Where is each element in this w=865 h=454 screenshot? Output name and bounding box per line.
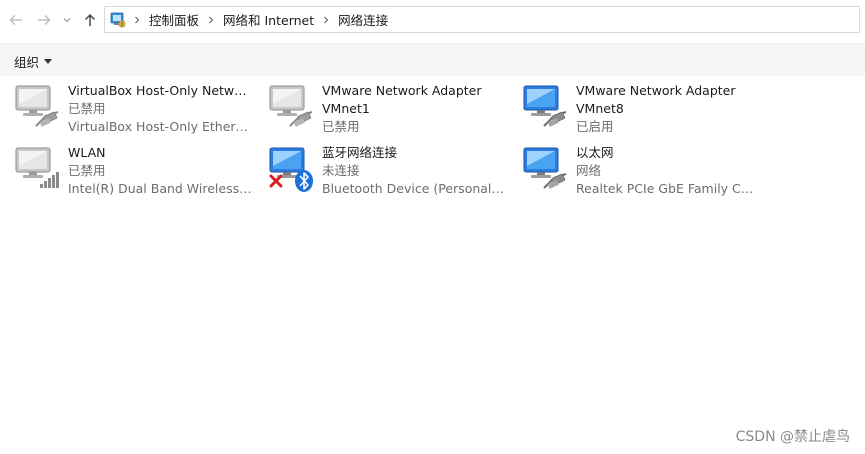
connection-item-vmnet1[interactable]: VMware Network Adapter VMnet1 已禁用 [254,76,504,134]
recent-locations-button[interactable] [60,10,74,30]
network-adapter-enabled-icon [523,147,567,189]
connection-name: VirtualBox Host-Only Network [68,83,252,98]
navigation-bar: 控制面板 网络和 Internet 网络连接 [0,0,865,40]
up-button[interactable] [80,10,100,30]
connection-name: VMware Network Adapter [322,83,482,98]
connection-item-bluetooth[interactable]: 蓝牙网络连接 未连接 Bluetooth Device (Personal Ar… [254,138,506,196]
breadcrumb-separator-icon[interactable] [204,16,218,24]
chevron-down-icon [63,18,71,23]
network-adapter-disabled-icon [15,85,59,127]
command-bar: 组织 [0,43,865,76]
wireless-adapter-disabled-icon [15,147,59,188]
bluetooth-adapter-disconnected-icon [269,147,313,192]
forward-button[interactable] [34,10,54,30]
control-panel-icon [110,12,126,28]
connection-text: 以太网 网络 Realtek PCIe GbE Family Contr... [576,144,760,198]
connection-name-suffix: VMnet1 [322,101,370,116]
connection-device: Realtek PCIe GbE Family Contr... [576,181,760,196]
connection-text: VMware Network Adapter VMnet1 已禁用 [322,82,506,136]
organize-menu-button[interactable]: 组织 [14,52,53,71]
connection-name: VMware Network Adapter [576,83,736,98]
watermark: CSDN @禁止虐鸟 [735,429,850,445]
connection-item-virtualbox[interactable]: VirtualBox Host-Only Network 已禁用 Virtual… [0,76,252,134]
connection-name: 以太网 [576,145,614,160]
organize-label: 组织 [14,55,40,70]
connection-device: Intel(R) Dual Band Wireless-A... [68,181,252,196]
connection-text: 蓝牙网络连接 未连接 Bluetooth Device (Personal Ar… [322,144,506,198]
connection-status: 未连接 [322,163,360,178]
connection-status: 已禁用 [68,101,106,116]
network-adapter-disabled-icon [269,85,313,127]
arrow-up-icon [84,13,96,26]
connection-status: 网络 [576,163,602,178]
connection-name: WLAN [68,145,106,160]
connection-item-ethernet[interactable]: 以太网 网络 Realtek PCIe GbE Family Contr... [508,138,760,196]
connection-item-vmnet8[interactable]: VMware Network Adapter VMnet8 已启用 [508,76,758,134]
connection-text: WLAN 已禁用 Intel(R) Dual Band Wireless-A..… [68,144,252,198]
breadcrumb-network-connections[interactable]: 网络连接 [336,10,390,29]
breadcrumb-separator-icon[interactable] [319,16,333,24]
connection-status: 已禁用 [322,119,360,134]
connection-status: 已禁用 [68,163,106,178]
caret-down-icon [44,59,53,64]
back-button[interactable] [6,10,26,30]
address-bar[interactable]: 控制面板 网络和 Internet 网络连接 [104,6,860,33]
connection-status: 已启用 [576,119,614,134]
connection-name: 蓝牙网络连接 [322,145,398,160]
network-connections-window: 控制面板 网络和 Internet 网络连接 组织 VirtualBox Hos… [0,0,865,454]
connections-view: VirtualBox Host-Only Network 已禁用 Virtual… [0,76,865,454]
arrow-right-icon [38,15,51,25]
connection-text: VMware Network Adapter VMnet8 已启用 [576,82,760,136]
connection-device: Bluetooth Device (Personal Ar... [322,181,506,196]
connection-item-wlan[interactable]: WLAN 已禁用 Intel(R) Dual Band Wireless-A..… [0,138,252,196]
arrow-left-icon [9,15,22,25]
connection-name-suffix: VMnet8 [576,101,624,116]
breadcrumb-separator-icon[interactable] [130,16,144,24]
breadcrumb-control-panel[interactable]: 控制面板 [147,10,201,29]
connection-text: VirtualBox Host-Only Network 已禁用 Virtual… [68,82,252,136]
breadcrumb-network-internet[interactable]: 网络和 Internet [221,10,316,29]
connection-device: VirtualBox Host-Only Ethernet ... [68,119,252,134]
network-adapter-enabled-icon [523,85,567,127]
